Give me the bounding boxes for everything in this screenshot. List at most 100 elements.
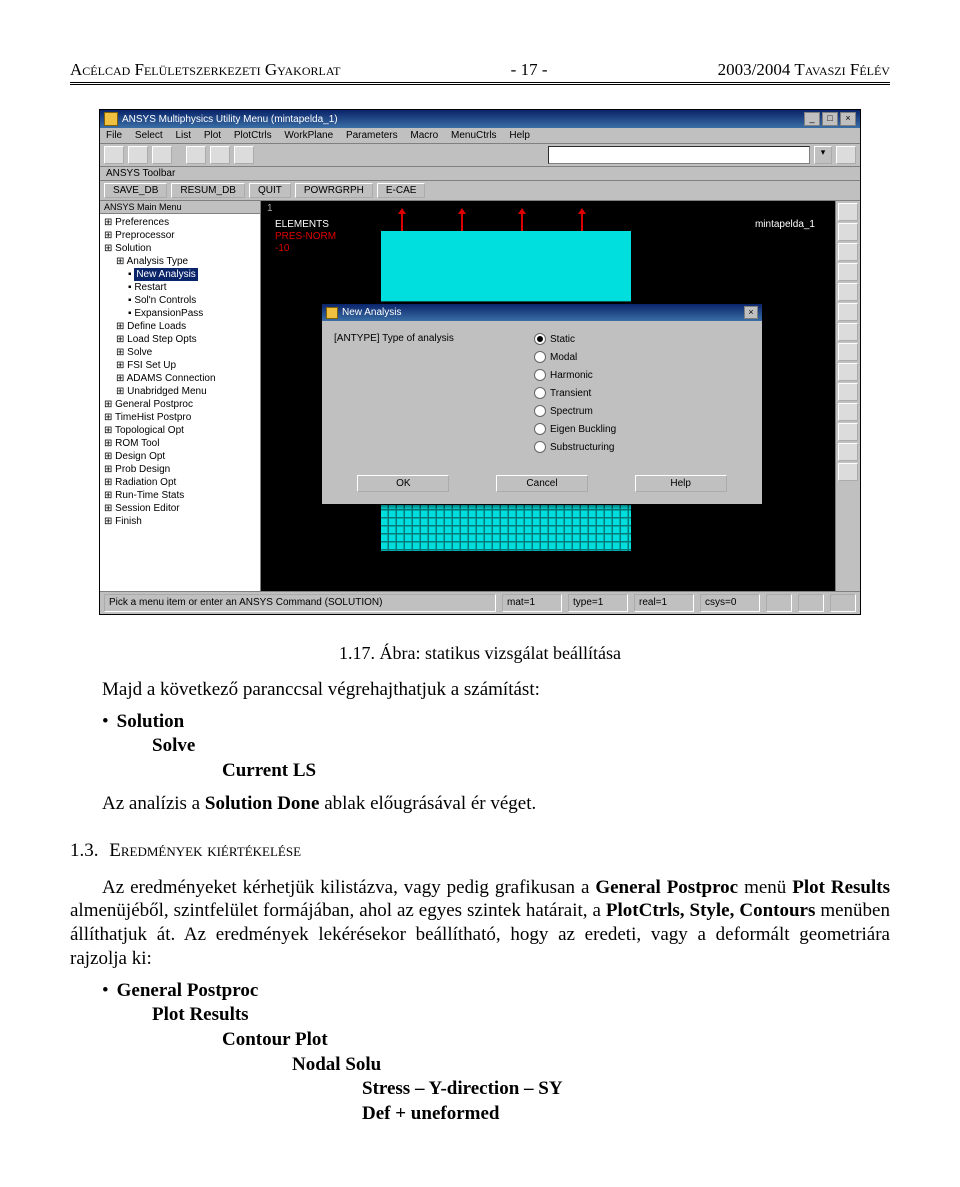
text: almenüjéből, szintfelület formájában, ah…	[70, 900, 606, 921]
menu-plot[interactable]: Plot	[204, 130, 221, 141]
text: menü	[738, 877, 792, 898]
tree-item[interactable]: ⊞ General Postproc	[104, 398, 256, 411]
menu-help[interactable]: Help	[509, 130, 530, 141]
radio-icon[interactable]	[534, 333, 546, 345]
side-tool-icon[interactable]	[838, 363, 858, 381]
toolbar-dropdown-icon[interactable]: ▾	[814, 146, 832, 164]
tree-item[interactable]: ⊞ Solve	[104, 346, 256, 359]
help-button[interactable]: Help	[635, 475, 727, 492]
tree-item[interactable]: ▪ Sol'n Controls	[104, 294, 256, 307]
tree-item[interactable]: ⊞ Design Opt	[104, 450, 256, 463]
side-tool-icon[interactable]	[838, 463, 858, 481]
macro-quit[interactable]: QUIT	[249, 183, 291, 198]
toolbar-save-icon[interactable]	[152, 146, 172, 164]
tree-item[interactable]: ⊞ Load Step Opts	[104, 333, 256, 346]
toolbar-graph-icon[interactable]	[234, 146, 254, 164]
toolbar-command-dropdown[interactable]	[548, 146, 810, 164]
tree-item[interactable]: ⊞ Prob Design	[104, 463, 256, 476]
graphics-model-bottom	[381, 501, 631, 551]
side-tool-icon[interactable]	[838, 343, 858, 361]
ok-button[interactable]: OK	[357, 475, 449, 492]
toolbar-open-icon[interactable]	[128, 146, 148, 164]
status-prompt[interactable]: Pick a menu item or enter an ANSYS Comma…	[104, 594, 496, 612]
main-menu-title: ANSYS Main Menu	[100, 201, 260, 214]
side-tool-icon[interactable]	[838, 283, 858, 301]
tree-item[interactable]: ⊞ Unabridged Menu	[104, 385, 256, 398]
side-tool-icon[interactable]	[838, 203, 858, 221]
tree-item[interactable]: ⊞ Solution	[104, 242, 256, 255]
toolbar-zoom-icon[interactable]	[210, 146, 230, 164]
maximize-icon[interactable]: □	[822, 112, 838, 126]
pressure-arrow-icon	[521, 213, 523, 231]
radio-icon[interactable]	[534, 351, 546, 363]
close-icon[interactable]: ×	[840, 112, 856, 126]
radio-icon[interactable]	[534, 405, 546, 417]
dialog-close-icon[interactable]: ×	[744, 306, 758, 319]
tree-item[interactable]: ⊞ Session Editor	[104, 502, 256, 515]
radio-icon[interactable]	[534, 441, 546, 453]
toolbar-pan-icon[interactable]	[186, 146, 206, 164]
radio-option[interactable]: Transient	[534, 385, 750, 403]
radio-option[interactable]: Modal	[534, 349, 750, 367]
macro-powrgrph[interactable]: POWRGRPH	[295, 183, 373, 198]
tree-item[interactable]: ▪ New Analysis	[104, 268, 256, 281]
menu-file[interactable]: File	[106, 130, 122, 141]
side-tool-icon[interactable]	[838, 223, 858, 241]
menu-list[interactable]: List	[175, 130, 191, 141]
side-tool-icon[interactable]	[838, 263, 858, 281]
macro-save-db[interactable]: SAVE_DB	[104, 183, 167, 198]
macro-toolbar: SAVE_DB RESUM_DB QUIT POWRGRPH E-CAE	[100, 181, 860, 201]
cancel-button[interactable]: Cancel	[496, 475, 588, 492]
macro-ecae[interactable]: E-CAE	[377, 183, 426, 198]
list-item: Solve	[152, 735, 195, 756]
tree-item[interactable]: ▪ Restart	[104, 281, 256, 294]
dialog-radio-group: StaticModalHarmonic Transient SpectrumEige…	[534, 331, 750, 457]
tree-item[interactable]: ⊞ Run-Time Stats	[104, 489, 256, 502]
side-tool-icon[interactable]	[838, 423, 858, 441]
tree-item[interactable]: ⊞ Analysis Type	[104, 255, 256, 268]
tree-item[interactable]: ⊞ ADAMS Connection	[104, 372, 256, 385]
side-tool-icon[interactable]	[838, 303, 858, 321]
tree-item[interactable]: ⊞ ROM Tool	[104, 437, 256, 450]
toolbar-new-icon[interactable]	[104, 146, 124, 164]
tree-item[interactable]: ⊞ Define Loads	[104, 320, 256, 333]
tree-item[interactable]: ⊞ Radiation Opt	[104, 476, 256, 489]
minimize-icon[interactable]: _	[804, 112, 820, 126]
text-bold: PlotCtrls, Style, Contours	[606, 900, 815, 921]
side-tool-icon[interactable]	[838, 443, 858, 461]
menu-plotctrls[interactable]: PlotCtrls	[234, 130, 272, 141]
graphics-area[interactable]: 1 ELEMENTS PRES-NORM -10 mintapelda_1	[261, 201, 835, 591]
radio-option[interactable]: Spectrum	[534, 403, 750, 421]
main-menu-tree[interactable]: ⊞ Preferences⊞ Preprocessor⊞ Solution⊞ A…	[100, 214, 260, 530]
menu-macro[interactable]: Macro	[410, 130, 438, 141]
menu-select[interactable]: Select	[135, 130, 163, 141]
macro-resum-db[interactable]: RESUM_DB	[171, 183, 245, 198]
list-item: Nodal Solu	[292, 1054, 381, 1075]
header-right: 2003/2004 Tavaszi Félév	[718, 60, 890, 80]
menu-parameters[interactable]: Parameters	[346, 130, 398, 141]
radio-label: Transient	[550, 388, 591, 399]
menu-workplane[interactable]: WorkPlane	[284, 130, 333, 141]
header-center: - 17 -	[511, 60, 548, 80]
paragraph: Majd a következő paranccsal végrehajthat…	[70, 678, 890, 702]
side-tool-icon[interactable]	[838, 403, 858, 421]
tree-item[interactable]: ⊞ Finish	[104, 515, 256, 528]
radio-icon[interactable]	[534, 387, 546, 399]
radio-icon[interactable]	[534, 369, 546, 381]
side-tool-icon[interactable]	[838, 323, 858, 341]
tree-item[interactable]: ⊞ TimeHist Postpro	[104, 411, 256, 424]
radio-option[interactable]: Static	[534, 331, 750, 349]
side-tool-icon[interactable]	[838, 383, 858, 401]
tree-item[interactable]: ⊞ Preferences	[104, 216, 256, 229]
toolbar-refresh-icon[interactable]	[836, 146, 856, 164]
menu-menuctrls[interactable]: MenuCtrls	[451, 130, 497, 141]
radio-option[interactable]: Harmonic	[534, 367, 750, 385]
radio-icon[interactable]	[534, 423, 546, 435]
tree-item[interactable]: ▪ ExpansionPass	[104, 307, 256, 320]
side-tool-icon[interactable]	[838, 243, 858, 261]
radio-option[interactable]: Eigen Buckling	[534, 421, 750, 439]
tree-item[interactable]: ⊞ Topological Opt	[104, 424, 256, 437]
radio-option[interactable]: Substructuring	[534, 439, 750, 457]
tree-item[interactable]: ⊞ FSI Set Up	[104, 359, 256, 372]
tree-item[interactable]: ⊞ Preprocessor	[104, 229, 256, 242]
